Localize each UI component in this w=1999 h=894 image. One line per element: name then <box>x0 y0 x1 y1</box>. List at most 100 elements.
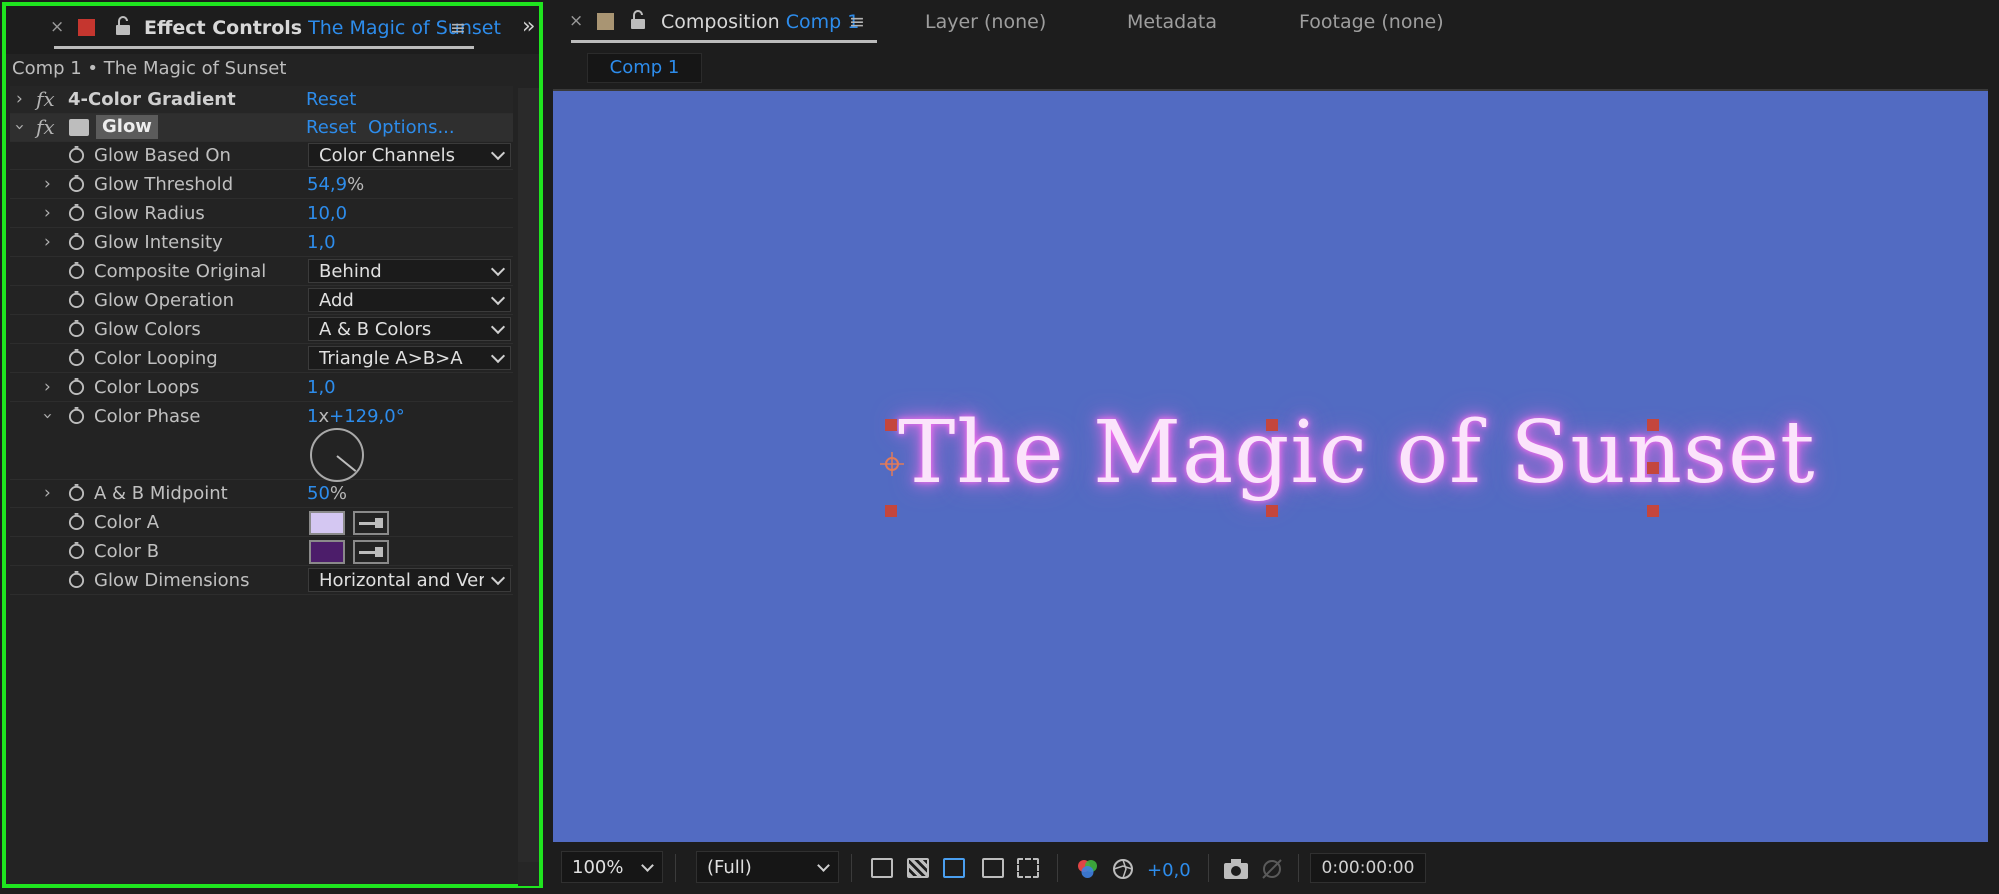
magnification-value: 100% <box>572 857 624 878</box>
stopwatch-icon[interactable] <box>68 233 85 250</box>
stopwatch-icon[interactable] <box>68 571 85 588</box>
transform-handle[interactable] <box>1266 505 1278 517</box>
show-snapshot-icon[interactable] <box>1259 858 1285 880</box>
glow-dimensions-dropdown[interactable]: Horizontal and Verti <box>308 568 511 592</box>
tab-layer[interactable]: Layer (none) <box>925 11 1046 33</box>
unlock-icon[interactable] <box>629 10 647 30</box>
current-time-display[interactable]: 0:00:00:00 <box>1310 853 1426 883</box>
stopwatch-icon[interactable] <box>68 175 85 192</box>
tab-footage[interactable]: Footage (none) <box>1299 11 1444 33</box>
glow-operation-dropdown[interactable]: Add <box>308 288 511 312</box>
twirl-closed-icon[interactable]: › <box>44 232 51 252</box>
revolutions-value[interactable]: 1 <box>307 406 318 427</box>
eyedropper-icon[interactable] <box>353 511 389 535</box>
region-of-interest-icon[interactable] <box>982 858 1004 878</box>
transform-handle[interactable] <box>885 419 897 431</box>
effect-controls-scrollbar[interactable] <box>518 88 539 886</box>
camera-snapshot-icon[interactable] <box>1223 858 1249 880</box>
options-link[interactable]: Options... <box>368 117 455 138</box>
composition-viewer[interactable]: The Magic of Sunset <box>553 91 1988 842</box>
param-label: A & B Midpoint <box>94 483 228 504</box>
grid-guides-icon[interactable] <box>1017 858 1039 878</box>
twirl-closed-icon[interactable]: › <box>44 377 51 397</box>
scrubbable-number[interactable]: 50 <box>307 483 330 504</box>
color-phase-value[interactable]: 1x+129,0° <box>307 406 405 427</box>
magnification-dropdown[interactable]: 100% <box>561 851 663 883</box>
color-looping-dropdown[interactable]: Triangle A>B>A <box>308 346 511 370</box>
close-tab-icon[interactable]: × <box>569 11 583 31</box>
param-label: Glow Radius <box>94 203 205 224</box>
stopwatch-icon[interactable] <box>68 320 85 337</box>
panel-menu-icon[interactable]: ≡ <box>849 11 865 33</box>
anchor-point-icon[interactable] <box>880 452 904 476</box>
color-loops-value[interactable]: 1,0 <box>307 377 336 398</box>
glow-based-on-dropdown[interactable]: Color Channels <box>308 143 511 167</box>
composite-original-dropdown[interactable]: Behind <box>308 259 511 283</box>
stopwatch-icon[interactable] <box>68 407 85 424</box>
param-glow-intensity: › Glow Intensity 1,0 <box>10 229 513 257</box>
glow-radius-value[interactable]: 10,0 <box>307 203 347 224</box>
transform-handle[interactable] <box>1647 462 1659 474</box>
effect-controls-panel: × Effect Controls The Magic of Sunset ≡ … <box>2 2 543 888</box>
twirl-closed-icon[interactable]: › <box>16 89 23 109</box>
effect-controls-tab-title[interactable]: Effect Controls The Magic of Sunset <box>144 17 501 39</box>
stopwatch-icon[interactable] <box>68 262 85 279</box>
twirl-closed-icon[interactable]: › <box>44 483 51 503</box>
stopwatch-icon[interactable] <box>68 542 85 559</box>
glow-colors-dropdown[interactable]: A & B Colors <box>308 317 511 341</box>
chevron-down-icon <box>490 319 506 335</box>
close-tab-icon[interactable]: × <box>50 17 64 37</box>
transform-handle[interactable] <box>1266 419 1278 431</box>
fast-previews-icon[interactable] <box>871 858 893 878</box>
stopwatch-icon[interactable] <box>68 484 85 501</box>
twirl-open-icon[interactable]: › <box>9 124 29 131</box>
reset-link[interactable]: Reset <box>306 117 356 138</box>
transform-handle[interactable] <box>885 505 897 517</box>
angle-dial[interactable] <box>310 428 364 482</box>
effect-row-glow[interactable]: › fx Glow Reset Options... <box>9 114 513 142</box>
color-management-icon[interactable] <box>1111 857 1135 881</box>
color-b-swatch[interactable] <box>309 540 345 564</box>
transparency-grid-icon[interactable] <box>907 858 929 878</box>
mask-visibility-icon[interactable] <box>943 858 965 878</box>
panel-overflow-icon[interactable]: » <box>522 14 536 39</box>
fx-toggle-icon[interactable]: fx <box>36 87 55 111</box>
twirl-closed-icon[interactable]: › <box>44 174 51 194</box>
glow-intensity-value[interactable]: 1,0 <box>307 232 336 253</box>
tab-composition-label: Composition <box>661 11 780 33</box>
effect-row-4-color-gradient[interactable]: › fx 4-Color Gradient Reset <box>10 86 513 114</box>
scrubbable-number[interactable]: 54,9 <box>307 174 347 195</box>
panel-menu-icon[interactable]: ≡ <box>450 17 466 39</box>
composition-navigator-tab[interactable]: Comp 1 <box>587 53 702 83</box>
tab-composition[interactable]: Composition Comp 1 <box>661 11 859 33</box>
stopwatch-icon[interactable] <box>68 513 85 530</box>
tab-metadata[interactable]: Metadata <box>1127 11 1217 33</box>
stopwatch-icon[interactable] <box>68 291 85 308</box>
stopwatch-icon[interactable] <box>68 378 85 395</box>
param-label: Glow Colors <box>94 319 201 340</box>
effect-name[interactable]: 4-Color Gradient <box>68 89 236 110</box>
twirl-closed-icon[interactable]: › <box>44 203 51 223</box>
transform-handle[interactable] <box>1647 505 1659 517</box>
stopwatch-icon[interactable] <box>68 146 85 163</box>
exposure-value[interactable]: +0,0 <box>1147 860 1191 881</box>
toolbar-divider <box>675 854 676 882</box>
stopwatch-icon[interactable] <box>68 349 85 366</box>
glow-threshold-value[interactable]: 54,9% <box>307 174 364 195</box>
chevron-down-icon <box>641 859 654 872</box>
ab-midpoint-value[interactable]: 50% <box>307 483 347 504</box>
unlock-icon[interactable] <box>114 16 132 36</box>
layer-color-label-icon <box>78 19 95 36</box>
transform-handle[interactable] <box>1647 419 1659 431</box>
color-a-swatch[interactable] <box>309 511 345 535</box>
twirl-open-icon[interactable]: › <box>37 413 57 420</box>
resolution-dropdown[interactable]: (Full) <box>696 851 839 883</box>
fx-toggle-icon[interactable]: fx <box>36 115 55 139</box>
channels-icon[interactable] <box>1075 856 1101 882</box>
degrees-value[interactable]: +129,0° <box>329 406 405 427</box>
stopwatch-icon[interactable] <box>68 204 85 221</box>
text-layer-headline[interactable]: The Magic of Sunset <box>898 403 1815 503</box>
eyedropper-icon[interactable] <box>353 540 389 564</box>
effect-name[interactable]: Glow <box>96 115 158 139</box>
reset-link[interactable]: Reset <box>306 89 356 110</box>
